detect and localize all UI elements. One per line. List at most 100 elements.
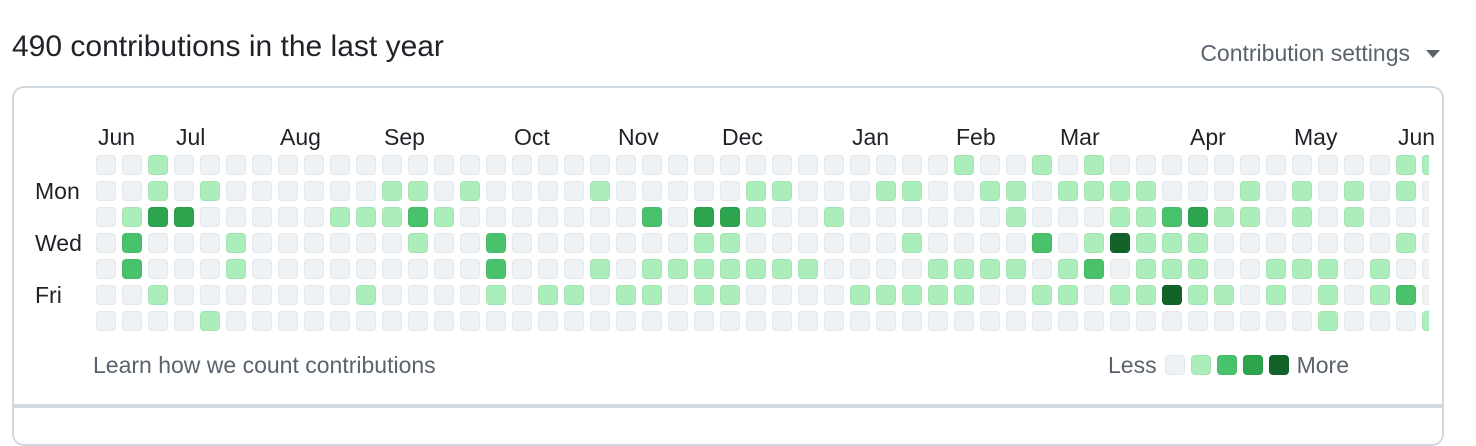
contribution-day-cell[interactable] [174,233,194,253]
contribution-day-cell[interactable] [356,259,376,279]
contribution-day-cell[interactable] [330,285,350,305]
contribution-day-cell[interactable] [1032,311,1052,331]
contribution-day-cell[interactable] [278,311,298,331]
contribution-day-cell[interactable] [668,181,688,201]
contribution-day-cell[interactable] [824,155,844,175]
contribution-day-cell[interactable] [980,155,1000,175]
contribution-day-cell[interactable] [96,259,116,279]
contribution-day-cell[interactable] [668,155,688,175]
contribution-day-cell[interactable] [1422,311,1429,331]
contribution-day-cell[interactable] [1136,207,1156,227]
contribution-day-cell[interactable] [954,233,974,253]
contribution-day-cell[interactable] [330,155,350,175]
contribution-day-cell[interactable] [772,285,792,305]
contribution-day-cell[interactable] [1292,207,1312,227]
contribution-day-cell[interactable] [200,207,220,227]
contribution-day-cell[interactable] [408,155,428,175]
contribution-day-cell[interactable] [1162,311,1182,331]
contribution-day-cell[interactable] [590,207,610,227]
contribution-day-cell[interactable] [1422,155,1429,175]
contribution-day-cell[interactable] [1370,181,1390,201]
contribution-day-cell[interactable] [1214,181,1234,201]
contribution-day-cell[interactable] [668,233,688,253]
contribution-day-cell[interactable] [330,259,350,279]
contribution-day-cell[interactable] [564,181,584,201]
contribution-day-cell[interactable] [512,311,532,331]
contribution-day-cell[interactable] [330,233,350,253]
contribution-day-cell[interactable] [824,311,844,331]
contribution-day-cell[interactable] [1422,233,1429,253]
contribution-day-cell[interactable] [1318,285,1338,305]
contribution-day-cell[interactable] [512,155,532,175]
contribution-day-cell[interactable] [512,259,532,279]
contribution-day-cell[interactable] [616,207,636,227]
contribution-day-cell[interactable] [1318,259,1338,279]
contribution-day-cell[interactable] [876,259,896,279]
contribution-day-cell[interactable] [356,233,376,253]
contribution-day-cell[interactable] [1162,259,1182,279]
contribution-day-cell[interactable] [408,311,428,331]
contribution-day-cell[interactable] [1240,181,1260,201]
contribution-day-cell[interactable] [1162,181,1182,201]
contribution-day-cell[interactable] [278,233,298,253]
contribution-day-cell[interactable] [512,207,532,227]
contribution-day-cell[interactable] [1188,233,1208,253]
contribution-day-cell[interactable] [1370,233,1390,253]
contribution-day-cell[interactable] [876,311,896,331]
contribution-day-cell[interactable] [1344,181,1364,201]
contribution-day-cell[interactable] [902,181,922,201]
contribution-day-cell[interactable] [746,233,766,253]
contribution-day-cell[interactable] [1058,259,1078,279]
contribution-day-cell[interactable] [720,207,740,227]
contribution-day-cell[interactable] [1084,259,1104,279]
contribution-day-cell[interactable] [148,207,168,227]
contribution-day-cell[interactable] [798,233,818,253]
contribution-day-cell[interactable] [1136,285,1156,305]
contribution-day-cell[interactable] [252,285,272,305]
contribution-day-cell[interactable] [590,233,610,253]
contribution-day-cell[interactable] [278,155,298,175]
contribution-day-cell[interactable] [772,155,792,175]
contribution-day-cell[interactable] [616,285,636,305]
contribution-day-cell[interactable] [486,285,506,305]
contribution-day-cell[interactable] [616,259,636,279]
contribution-day-cell[interactable] [694,207,714,227]
contribution-day-cell[interactable] [1396,155,1416,175]
contribution-day-cell[interactable] [850,155,870,175]
contribution-day-cell[interactable] [200,233,220,253]
contribution-day-cell[interactable] [1058,311,1078,331]
contribution-day-cell[interactable] [590,155,610,175]
contribution-day-cell[interactable] [96,155,116,175]
contribution-day-cell[interactable] [382,155,402,175]
contribution-day-cell[interactable] [1188,285,1208,305]
contribution-day-cell[interactable] [850,181,870,201]
contribution-day-cell[interactable] [1188,181,1208,201]
contribution-day-cell[interactable] [798,259,818,279]
contribution-day-cell[interactable] [148,233,168,253]
contribution-day-cell[interactable] [1240,259,1260,279]
contribution-day-cell[interactable] [902,259,922,279]
contribution-day-cell[interactable] [148,285,168,305]
contribution-day-cell[interactable] [382,311,402,331]
contribution-day-cell[interactable] [1188,207,1208,227]
contribution-day-cell[interactable] [96,285,116,305]
contribution-day-cell[interactable] [798,285,818,305]
contribution-day-cell[interactable] [460,259,480,279]
contribution-day-cell[interactable] [96,311,116,331]
contribution-day-cell[interactable] [1136,181,1156,201]
contribution-day-cell[interactable] [1032,233,1052,253]
contribution-day-cell[interactable] [1214,285,1234,305]
contribution-day-cell[interactable] [824,285,844,305]
contribution-day-cell[interactable] [382,259,402,279]
contribution-day-cell[interactable] [408,207,428,227]
contribution-day-cell[interactable] [1214,233,1234,253]
contribution-day-cell[interactable] [278,181,298,201]
contribution-day-cell[interactable] [1344,233,1364,253]
contribution-day-cell[interactable] [1162,207,1182,227]
contribution-day-cell[interactable] [460,311,480,331]
contribution-day-cell[interactable] [226,285,246,305]
contribution-day-cell[interactable] [824,259,844,279]
contribution-day-cell[interactable] [850,207,870,227]
contribution-day-cell[interactable] [252,207,272,227]
contribution-day-cell[interactable] [642,285,662,305]
